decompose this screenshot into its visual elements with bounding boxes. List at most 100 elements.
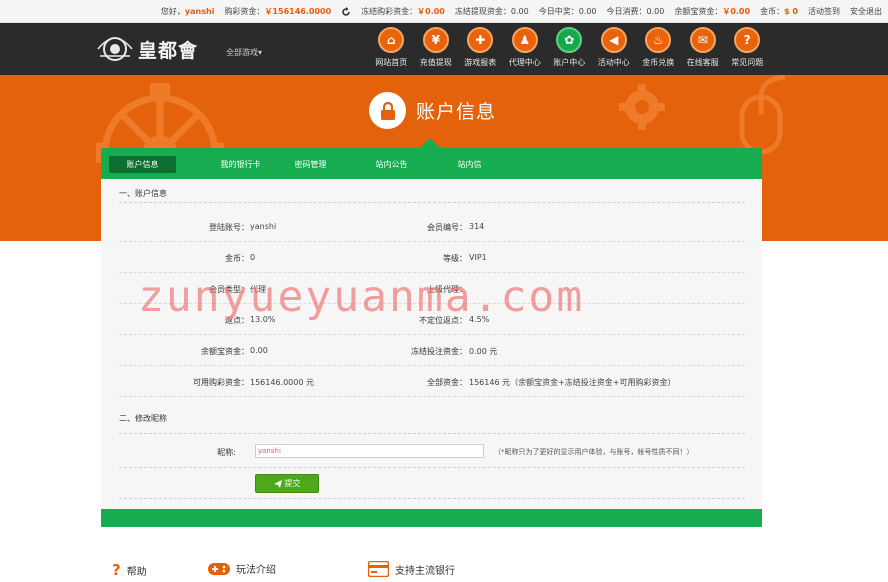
today-spend: 今日消费：0.00 (606, 7, 665, 16)
today-win: 今日中奖：0.00 (538, 7, 597, 16)
nav-item-megaphone[interactable]: ◀ 活动中心 (592, 27, 637, 68)
section-divider (119, 433, 745, 434)
field-value: 156146 元（余额宝资金+冻结投注资金+可用购彩资金） (469, 378, 676, 387)
account-row: 余额宝资金： 0.00 冻结投注资金： 0.00 元 (119, 335, 745, 366)
account-section-title: 一、账户信息 (119, 189, 167, 198)
footer-help-label: 帮助 (126, 566, 147, 578)
field-value: 0.00 (250, 346, 268, 355)
all-games-label: 全部游戏 (226, 48, 258, 57)
nav-item-label: 在线客服 (686, 58, 719, 67)
coins-value: $ 0 (784, 7, 798, 16)
field-label: 登陆账号： (209, 223, 249, 232)
field-label: 等级： (443, 254, 467, 263)
nav-item-label: 游戏报表 (464, 58, 497, 67)
logout-link[interactable]: 安全退出 (850, 6, 882, 17)
page-title-block: 账户信息 (369, 92, 496, 129)
main-nav: ⌂ 网站首页 ¥ 充值提现 ✚ 游戏报表 ♟ 代理中心 ✿ 账户中心 ◀ 活动中心 ♨ 金币兑换 ✉ 在线客服… (369, 27, 770, 68)
section-divider (119, 202, 745, 203)
footer-howto[interactable]: 玩法介绍 (208, 561, 276, 576)
home-icon: ⌂ (378, 27, 405, 53)
all-games-dropdown[interactable]: 全部游戏▾ (226, 47, 262, 58)
page-title: 账户信息 (416, 101, 497, 123)
chat-icon: ✉ (689, 27, 716, 53)
coins: 金币：$ 0 (760, 6, 798, 17)
field-value: 156146.0000 元 (250, 378, 314, 387)
lottery-funds-value: ￥156146.0000 (264, 7, 332, 16)
nickname-input[interactable] (255, 444, 484, 458)
section-divider (119, 467, 745, 468)
nav-item-question[interactable]: ? 常见问题 (725, 27, 770, 68)
greeting-text: 您好， (160, 7, 185, 16)
flame-icon: ♨ (645, 27, 672, 53)
tab-0[interactable]: 账户信息 (109, 156, 176, 173)
top-utility-bar: 您好，yanshi 购彩资金：￥156146.0000 冻结购彩资金：￥0.00… (0, 0, 888, 23)
frozen-withdraw: 冻结提现资金：0.00 (454, 7, 529, 16)
tab-1[interactable]: 我的银行卡 (193, 156, 288, 173)
nav-item-gear[interactable]: ✿ 账户中心 (547, 27, 592, 68)
coins-label: 金币： (760, 7, 785, 16)
footer-help[interactable]: ? 帮助 (112, 561, 147, 579)
account-panel: 账户信息 我的银行卡 密码管理 站内公告 站内信 一、账户信息 登陆账号： yanshi 会… (101, 138, 762, 527)
watermark-text: zunyueyuanma.com (138, 272, 585, 322)
nav-item-label: 金币兑换 (642, 58, 675, 67)
nav-item-label: 网站首页 (375, 58, 408, 67)
field-label: 冻结投注资金： (411, 347, 467, 356)
chevron-down-icon: ▾ (258, 48, 263, 57)
greeting: 您好，yanshi (161, 6, 215, 17)
tab-bar: 账户信息 我的银行卡 密码管理 站内公告 站内信 (101, 138, 762, 179)
nav-item-label: 活动中心 (597, 58, 630, 67)
lottery-funds-label: 购彩资金： (224, 7, 265, 16)
nav-item-label: 账户中心 (553, 58, 586, 67)
nav-item-yen[interactable]: ¥ 充值提现 (414, 27, 459, 68)
field-label: 会员编号： (427, 223, 467, 232)
nickname-label: 昵称: (217, 448, 236, 457)
refresh-icon[interactable] (341, 6, 351, 17)
yuebao-label: 余额宝资金： (674, 7, 723, 16)
site-footer: ? 帮助 玩法介绍 支持主流银行 (0, 555, 888, 582)
gamepad-icon (208, 563, 230, 575)
tab-3[interactable]: 站内公告 (357, 156, 426, 173)
gamepad-icon: ✚ (467, 27, 494, 53)
gear-icon: ✿ (556, 27, 583, 53)
field-label: 可用购彩资金： (193, 378, 249, 387)
section-divider (119, 498, 745, 499)
nav-item-flame[interactable]: ♨ 金币兑换 (636, 27, 681, 68)
tab-2[interactable]: 密码管理 (277, 156, 344, 173)
nav-item-label: 常见问题 (731, 58, 764, 67)
question-icon: ? (112, 561, 121, 579)
signin-link[interactable]: 活动签到 (808, 6, 840, 17)
nav-item-gamepad[interactable]: ✚ 游戏报表 (458, 27, 503, 68)
main-header: 皇都會 全部游戏▾ ⌂ 网站首页 ¥ 充值提现 ✚ 游戏报表 ♟ 代理中心 ✿ 账户中心 ◀ 活动中心… (0, 23, 888, 75)
field-value: 0 (250, 253, 256, 262)
send-icon (273, 479, 282, 488)
field-value: 0.00 元 (469, 347, 498, 356)
submit-button[interactable]: 提交 (255, 474, 319, 493)
nav-item-home[interactable]: ⌂ 网站首页 (369, 27, 414, 68)
nav-item-label: 代理中心 (508, 58, 541, 67)
field-label: 余额宝资金： (201, 347, 249, 356)
submit-label: 提交 (284, 479, 301, 488)
panel-footer-bar (101, 509, 762, 527)
username-link[interactable]: yanshi (185, 7, 215, 16)
credit-card-icon (368, 561, 389, 577)
footer-banks[interactable]: 支持主流银行 (368, 561, 455, 577)
logo-emblem-icon (97, 37, 133, 61)
field-value: yanshi (250, 222, 277, 231)
yuebao-value: ￥0.00 (722, 7, 751, 16)
field-value: VIP1 (469, 253, 487, 262)
tab-pointer (420, 138, 440, 148)
panel-content: 一、账户信息 登陆账号： yanshi 会员编号： 314 金币： 0 等级： VIP1 会员类… (101, 179, 762, 509)
nav-item-chat[interactable]: ✉ 在线客服 (681, 27, 726, 68)
frozen-lottery-funds: 冻结购彩资金：￥0.00 (361, 6, 445, 17)
footer-banks-label: 支持主流银行 (395, 565, 455, 577)
site-logo[interactable]: 皇都會 (96, 33, 216, 65)
nickname-section-title: 二、修改昵称 (119, 414, 167, 423)
lock-icon (369, 92, 406, 129)
nav-item-users[interactable]: ♟ 代理中心 (503, 27, 548, 68)
account-row: 可用购彩资金： 156146.0000 元 全部资金： 156146 元（余额宝资金+… (119, 366, 745, 397)
lottery-funds: 购彩资金：￥156146.0000 (224, 6, 331, 17)
frozen-lottery-label: 冻结购彩资金： (361, 7, 418, 16)
megaphone-icon: ◀ (600, 27, 627, 53)
tab-4[interactable]: 站内信 (439, 156, 500, 173)
frozen-lottery-value: ￥0.00 (417, 7, 445, 16)
